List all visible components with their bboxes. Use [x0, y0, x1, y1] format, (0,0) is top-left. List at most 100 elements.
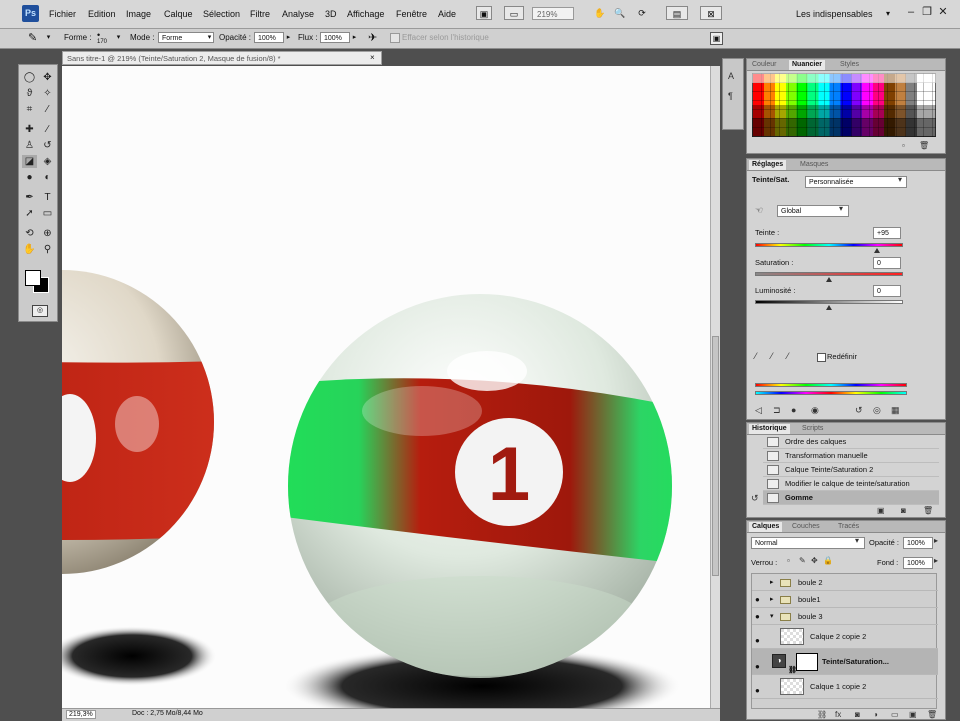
- hand-tool-icon[interactable]: ✋: [22, 243, 37, 256]
- hue-field[interactable]: +95: [873, 227, 901, 239]
- lasso-tool-icon[interactable]: ϑ: [22, 87, 37, 100]
- status-zoom[interactable]: 219,3%: [66, 710, 96, 719]
- menu-fichier[interactable]: Fichier: [49, 9, 76, 19]
- document-canvas[interactable]: 1: [62, 66, 710, 708]
- lightness-field[interactable]: 0: [873, 285, 901, 297]
- hand-tool-icon[interactable]: ✋: [592, 6, 608, 20]
- tab-reglages[interactable]: Réglages: [749, 160, 787, 170]
- menu-affichage[interactable]: Affichage: [347, 9, 384, 19]
- chevron-down-icon[interactable]: ▾: [839, 204, 843, 213]
- history-item[interactable]: Transformation manuelle: [763, 449, 939, 463]
- view-extras-icon[interactable]: ▭: [504, 6, 524, 20]
- eye-icon[interactable]: ●: [755, 608, 760, 625]
- flow-field[interactable]: 100%: [320, 32, 350, 43]
- workspace-label[interactable]: Les indispensables: [796, 9, 873, 19]
- 3d-rotate-icon[interactable]: ⟲: [22, 227, 37, 240]
- clone-stamp-icon[interactable]: ♙: [22, 139, 37, 152]
- crop-tool-icon[interactable]: ⌗: [22, 103, 37, 116]
- trash-icon[interactable]: 🗑: [923, 506, 933, 515]
- eye-icon[interactable]: ●: [755, 591, 760, 608]
- blend-mode-select[interactable]: Normal: [751, 537, 865, 549]
- reset-icon[interactable]: ↺: [855, 405, 863, 416]
- layer-row[interactable]: ▸ boule 2: [752, 574, 938, 591]
- fill-field[interactable]: 100%: [903, 557, 933, 569]
- tab-traces[interactable]: Tracés: [835, 522, 862, 532]
- saturation-field[interactable]: 0: [873, 257, 901, 269]
- healing-brush-icon[interactable]: ✚: [22, 123, 37, 136]
- menu-selection[interactable]: Sélection: [203, 9, 240, 19]
- saturation-slider-thumb[interactable]: [826, 277, 832, 282]
- snapshot-icon[interactable]: ▣: [877, 506, 885, 515]
- menu-edition[interactable]: Edition: [88, 9, 116, 19]
- zoom-level-field[interactable]: 219%: [532, 7, 574, 20]
- eraser-tool-icon[interactable]: ✎: [28, 31, 37, 44]
- eyedropper-minus-icon[interactable]: ⁄: [787, 351, 789, 361]
- chevron-right-icon[interactable]: ▸: [770, 591, 774, 608]
- eyedropper-icon[interactable]: ⁄: [755, 351, 757, 361]
- screen-mode-icon[interactable]: ⊠: [700, 6, 722, 20]
- chevron-down-icon[interactable]: ▾: [205, 32, 214, 43]
- chevron-right-icon[interactable]: ▸: [350, 32, 359, 43]
- colorize-checkbox[interactable]: [817, 353, 826, 362]
- eyedropper-plus-icon[interactable]: ⁄: [771, 351, 773, 361]
- opacity-field[interactable]: 100%: [254, 32, 284, 43]
- chevron-right-icon[interactable]: ▸: [284, 32, 293, 43]
- link-layers-icon[interactable]: ⛓: [817, 710, 827, 719]
- zoom-tool-icon[interactable]: 🔍: [612, 6, 628, 20]
- history-brush-source-icon[interactable]: ↺: [751, 493, 759, 504]
- refresh-icon[interactable]: ◎: [873, 405, 881, 416]
- tab-scripts[interactable]: Scripts: [799, 424, 826, 434]
- tab-couches[interactable]: Couches: [789, 522, 823, 532]
- saturation-slider[interactable]: [755, 272, 903, 276]
- menu-filtre[interactable]: Filtre: [250, 9, 270, 19]
- menu-3d[interactable]: 3D: [325, 9, 337, 19]
- lock-position-icon[interactable]: ✥: [811, 556, 818, 565]
- chevron-down-icon[interactable]: ▾: [114, 32, 123, 43]
- arrange-documents-icon[interactable]: ▤: [666, 6, 688, 20]
- layer-opacity-field[interactable]: 100%: [903, 537, 933, 549]
- minimize-icon[interactable]: –: [904, 5, 918, 19]
- trash-icon[interactable]: ▦: [891, 405, 900, 416]
- add-mask-icon[interactable]: ◙: [855, 710, 860, 719]
- visibility-icon[interactable]: ●: [791, 405, 796, 415]
- dodge-tool-icon[interactable]: ◐: [40, 171, 55, 184]
- lightness-slider-thumb[interactable]: [826, 305, 832, 310]
- menu-calque[interactable]: Calque: [164, 9, 193, 19]
- layer-row[interactable]: ● Calque 1 copie 2: [752, 675, 938, 699]
- airbrush-icon[interactable]: ✈: [368, 31, 377, 44]
- magic-wand-icon[interactable]: ✧: [40, 87, 55, 100]
- layer-row[interactable]: ● Calque 2 copie 2: [752, 625, 938, 649]
- history-item[interactable]: Ordre des calques: [763, 435, 939, 449]
- chevron-down-icon[interactable]: ▾: [855, 536, 859, 545]
- paragraph-panel-icon[interactable]: ¶: [728, 91, 733, 101]
- close-icon[interactable]: ×: [370, 51, 375, 65]
- lightness-slider[interactable]: [755, 300, 903, 304]
- lock-transparency-icon[interactable]: ▫: [787, 556, 790, 565]
- new-group-icon[interactable]: ▭: [891, 710, 899, 719]
- target-adjust-icon[interactable]: ☜: [755, 205, 763, 216]
- shape-tool-icon[interactable]: ▭: [40, 207, 55, 220]
- chevron-down-icon[interactable]: ▾: [770, 608, 774, 625]
- character-panel-icon[interactable]: A: [728, 71, 734, 81]
- brush-tool-icon[interactable]: ∕: [40, 123, 55, 136]
- new-swatch-icon[interactable]: ▫: [902, 141, 905, 150]
- layer-mask-thumbnail[interactable]: [796, 653, 818, 671]
- bridge-icon[interactable]: ▣: [476, 6, 492, 20]
- history-item[interactable]: Modifier le calque de teinte/saturation: [763, 477, 939, 491]
- history-brush-icon[interactable]: ↺: [40, 139, 55, 152]
- path-select-icon[interactable]: ➚: [22, 207, 37, 220]
- history-item-selected[interactable]: Gomme: [763, 491, 939, 505]
- pen-tool-icon[interactable]: ✒: [22, 191, 37, 204]
- tab-styles[interactable]: Styles: [837, 60, 862, 70]
- fx-icon[interactable]: fx: [835, 710, 841, 719]
- tablet-pressure-icon[interactable]: ▣: [710, 32, 723, 45]
- trash-icon[interactable]: 🗑: [919, 141, 929, 150]
- 3d-camera-icon[interactable]: ⊕: [40, 227, 55, 240]
- history-checkbox[interactable]: [390, 33, 400, 43]
- back-arrow-icon[interactable]: ◁: [755, 405, 762, 416]
- tab-calques[interactable]: Calques: [749, 522, 783, 532]
- layer-row-selected[interactable]: ● ◑ ⛓ Teinte/Saturation...: [752, 649, 938, 675]
- tab-historique[interactable]: Historique: [749, 424, 790, 434]
- chevron-right-icon[interactable]: ▸: [934, 536, 938, 545]
- layer-row[interactable]: ● ▸ boule1: [752, 591, 938, 608]
